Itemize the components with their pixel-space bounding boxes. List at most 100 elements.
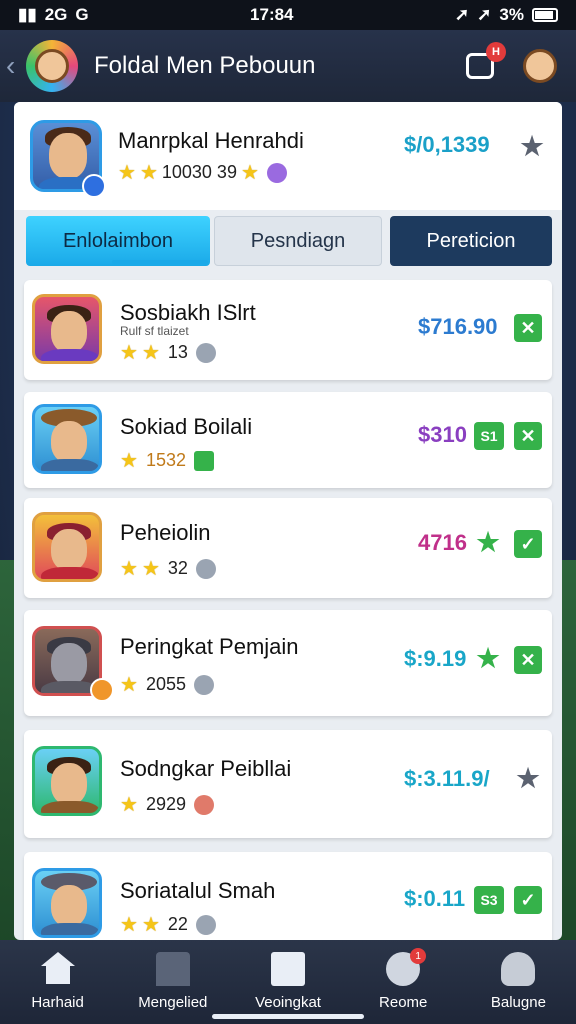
bottom-nav: Harhaid Mengelied Veoingkat 1 Reome Balu… [0,940,576,1024]
player-score: 22 [167,914,188,934]
list-item[interactable]: Sosbiakh ISlrt Rulf sf tlaizet ★ ★ 13 $7… [24,280,552,380]
player-price: 4716 [418,530,467,555]
avatar-face [51,885,87,927]
avatar-shirt [41,349,99,361]
star-icon: ★ [139,162,158,184]
my-score: 10030 39 [161,162,237,182]
player-price: $:3.11.9/ [404,766,490,791]
app-title: Foldal Men Pebouun [94,52,316,79]
favorite-star-icon[interactable]: ★ [514,763,542,793]
nav-home[interactable]: Harhaid [0,940,115,1024]
avatar-shirt [41,801,99,813]
nav-profile[interactable]: Balugne [461,940,576,1024]
shop-button[interactable]: H [462,42,506,84]
price-badge: S1 [474,422,504,450]
star-icon: ★ [141,342,160,364]
player-price: $310 [418,422,467,447]
star-icon: ★ [120,914,138,936]
level-badge-icon [90,678,114,702]
coin-icon [195,342,216,363]
home-indicator [212,1014,364,1019]
my-rating: ★ ★ 10030 39 ★ [118,160,287,185]
grid-icon [271,952,305,986]
player-subtitle: Rulf sf tlaizet [120,324,189,338]
avatar-face [49,133,87,179]
nav-label: Mengelied [138,994,208,1011]
my-player-card[interactable]: Manrpkal Henrahdi ★ ★ 10030 39 ★ $/0,133… [14,102,562,210]
tab-3[interactable]: Pereticion [390,216,552,266]
carrier-label: G [75,5,89,24]
list-item[interactable]: Sokiad Boilali ★ 1532 $310 S1 ✕ [24,392,552,488]
star-icon: ★ [141,914,160,936]
player-rating: ★ 2055 [120,672,214,697]
signal-icon: ▮▮ [18,5,37,24]
player-avatar [32,868,102,938]
player-price: $:9.19 [404,646,467,671]
check-icon[interactable]: ✓ [514,530,542,558]
nav-label: Veoingkat [255,994,321,1011]
wifi-icon: ➚ [477,5,492,24]
avatar-shirt [41,459,99,471]
check-icon[interactable]: ✓ [514,886,542,914]
list-item[interactable]: Peringkat Pemjain ★ 2055 $:9.19 ★ ✕ [24,610,552,716]
player-rating: ★ ★ 32 [120,556,216,581]
level-badge-icon [82,174,106,198]
player-rating: ★ ★ 22 [120,912,216,937]
player-rating: ★ 2929 [120,792,214,817]
player-score: 2055 [145,674,186,694]
clock: 17:84 [250,5,294,24]
list-item[interactable]: Sodngkar Peibllai ★ 2929 $:3.11.9/ ★ [24,730,552,838]
player-price: $716.90 [418,314,498,339]
gem-icon: ★ [476,526,500,557]
avatar-face [51,421,87,463]
player-avatar [32,404,102,474]
network-label: 2G [44,5,68,24]
player-name: Sokiad Boilali [120,414,253,439]
coin-icon [195,558,216,579]
player-avatar [32,294,102,364]
building-icon [155,952,190,986]
star-icon: ★ [120,558,138,580]
avatar-face [51,763,87,805]
nav-ranking[interactable]: Veoingkat [230,940,345,1024]
price-badge: S3 [474,886,504,914]
coin-icon [193,794,214,815]
player-rating: ★ ★ 13 [120,340,216,365]
avatar-face [51,643,87,685]
list-item[interactable]: Soriatalul Smah ★ ★ 22 $:0.11 S3 ✓ [24,852,552,940]
tab-bar: Enlolaimbon Pesndiagn Pereticion [26,216,552,268]
my-price: $/0,1339 [404,132,490,157]
battery-percent: 3% [499,5,524,24]
star-icon: ★ [120,450,138,472]
nav-label: Balugne [490,994,546,1011]
favorite-star-icon[interactable]: ★ [518,131,546,161]
gem-icon [193,450,214,471]
player-name: Sosbiakh ISlrt [120,300,256,325]
tab-2[interactable]: Pesndiagn [214,216,382,266]
avatar-face [51,311,87,353]
close-icon[interactable]: ✕ [514,314,542,342]
gem-icon: ★ [476,642,500,673]
user-icon [501,952,536,986]
status-left: ▮▮ 2G G [18,5,89,25]
list-item[interactable]: Peheiolin ★ ★ 32 4716 ★ ✓ [24,498,552,598]
avatar-face [51,529,87,571]
close-icon[interactable]: ✕ [514,422,542,450]
close-icon[interactable]: ✕ [514,646,542,674]
player-rating: ★ 1532 [120,448,214,473]
nav-leaderboard[interactable]: Mengelied [115,940,230,1024]
tab-1[interactable]: Enlolaimbon [26,216,210,266]
star-icon: ★ [120,674,138,696]
active-tab-indicator [112,260,208,264]
player-avatar [32,746,102,816]
status-bar: ▮▮ 2G G 17:84 ➚ ➚ 3% [0,0,576,30]
my-name: Manrpkal Henrahdi [118,128,304,153]
profile-button[interactable] [522,48,558,84]
player-name: Soriatalul Smah [120,878,276,903]
player-avatar [32,512,102,582]
nav-rewards[interactable]: 1 Reome [346,940,461,1024]
player-price: $:0.11 [404,886,466,911]
back-icon[interactable]: ‹ [6,50,24,82]
profile-avatar [523,49,557,83]
notification-badge: 1 [410,948,427,964]
